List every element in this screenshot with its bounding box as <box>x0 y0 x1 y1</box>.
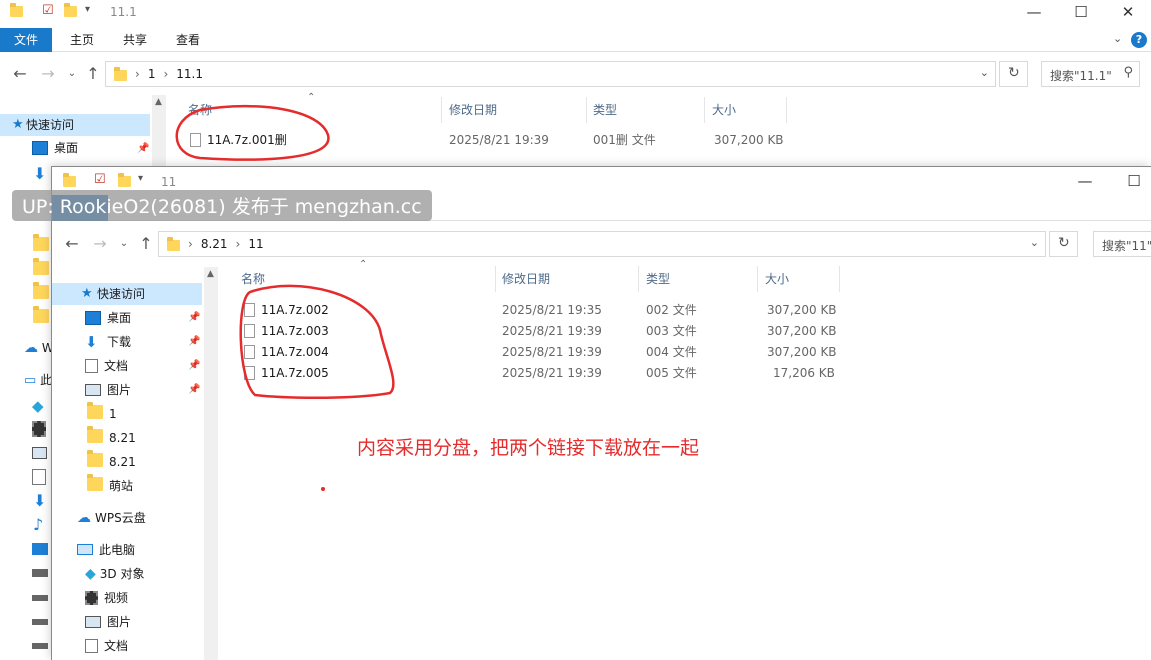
red-circle-annotation <box>239 284 395 399</box>
red-annotation-layer <box>175 104 395 491</box>
annotation-note: 内容采用分盘，把两个链接下载放在一起 <box>357 437 700 459</box>
red-circle-annotation <box>175 104 330 161</box>
red-dot-annotation <box>321 487 325 491</box>
uploader-watermark: UP: RookieO2(26081) 发布于 mengzhan.cc <box>12 190 432 221</box>
